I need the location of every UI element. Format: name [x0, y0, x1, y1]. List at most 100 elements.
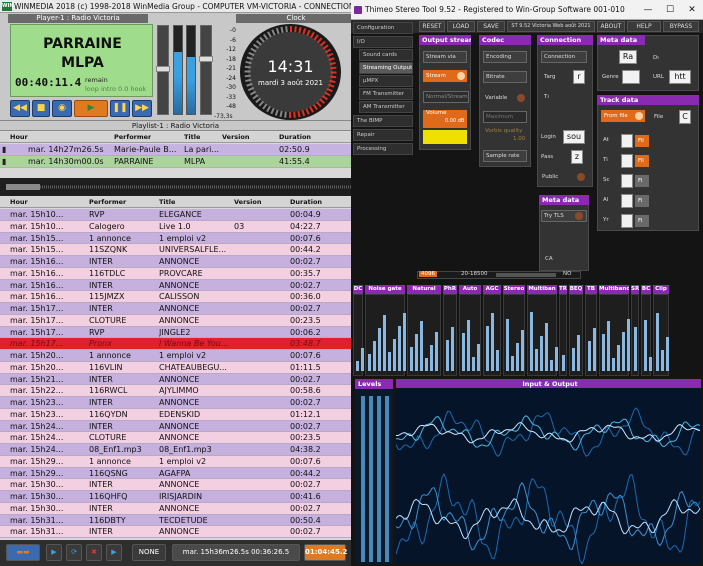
gain-fader[interactable] [199, 25, 213, 115]
col-title[interactable]: Title [184, 132, 200, 143]
history-row[interactable]: mar. 15h20... 116VLIN CHATEAUBEGU... 01:11.… [0, 361, 351, 374]
help-button[interactable]: HELP [627, 21, 661, 32]
track-field-source[interactable]: Fi [635, 175, 649, 187]
login-field[interactable]: sou [563, 130, 585, 144]
fader-knob[interactable] [156, 66, 170, 72]
history-row[interactable]: mar. 15h30... 116QHFQ IRISJARDIN 00:41.6 [0, 491, 351, 503]
history-row[interactable]: mar. 15h31... 116DBTY TECDETUDE 00:50.4 [0, 514, 351, 527]
module-header[interactable]: Noise gate [365, 285, 405, 294]
step-button[interactable]: ▶ [46, 544, 62, 561]
history-row[interactable]: mar. 15h20... 1 annonce 1 emploi v2 00:07.6 [0, 350, 351, 362]
module-header[interactable]: AGC [483, 285, 501, 294]
playlist-row[interactable]: ▮ mar. 14h27m26.5s Marie-Paule B... La pari… [0, 144, 351, 156]
genre-field[interactable] [622, 70, 640, 84]
module-header[interactable]: PhR [443, 285, 457, 294]
module-header[interactable]: Clip [653, 285, 669, 294]
history-row[interactable]: mar. 15h17... CLOTURE ANNONCE 00:23.5 [0, 314, 351, 327]
history-row[interactable]: mar. 15h16... INTER ANNONCE 00:02.7 [0, 279, 351, 292]
bypass-button[interactable]: BYPASS [663, 21, 699, 32]
module-header[interactable]: SR [631, 285, 639, 294]
module-header[interactable]: TR [559, 285, 567, 294]
stop-button[interactable]: ■ [32, 100, 50, 117]
history-row[interactable]: mar. 15h29... 1 annonce 1 emploi v2 00:07.6 [0, 455, 351, 468]
history-row[interactable]: mar. 15h29... 116QSNG AGAFPA 00:44.2 [0, 467, 351, 480]
play-button[interactable]: ▶ [74, 100, 108, 117]
sidebar-streaming-output[interactable]: Streaming Output [359, 62, 413, 74]
module-header[interactable]: Natural [407, 285, 441, 294]
stream-via-dropdown[interactable]: Stream via [423, 51, 467, 63]
col-version[interactable]: Version [234, 197, 284, 208]
module-header[interactable]: Auto [459, 285, 481, 294]
history-row[interactable]: mar. 15h24... 08_Enf1.mp3 08_Enf1.mp3 04:38… [0, 444, 351, 456]
module-header[interactable]: Multiban [527, 285, 557, 294]
close-button[interactable]: ✕ [681, 0, 703, 20]
history-row[interactable]: mar. 15h30... INTER ANNONCE 00:02.7 [0, 502, 351, 515]
sidebar-bimp[interactable]: The BIMP [353, 115, 413, 127]
history-row[interactable]: mar. 15h15... 1 annonce 1 emploi v2 00:07.6 [0, 232, 351, 245]
range-slider[interactable] [496, 273, 556, 277]
minimize-button[interactable]: — [637, 0, 659, 20]
pass-field[interactable]: z [571, 150, 583, 164]
module-header[interactable]: BC [641, 285, 651, 294]
load-button[interactable]: LOAD [447, 21, 475, 32]
save-button[interactable]: SAVE [477, 21, 505, 32]
url-field[interactable]: htt [669, 70, 691, 84]
preset-name[interactable]: ST 9.52 Victoria Web août 2021 [507, 21, 595, 32]
col-hour[interactable]: Hour [10, 197, 82, 208]
col-version[interactable]: Version [222, 132, 249, 143]
frequency-range[interactable]: 20-18500 [461, 271, 487, 277]
sidebar-configuration[interactable]: Configuration [353, 22, 413, 34]
sample-rate-dropdown[interactable]: Sample rate [483, 150, 527, 162]
module-header[interactable]: Multiband [599, 285, 629, 294]
delete-button[interactable]: ✖ [86, 544, 102, 561]
history-row[interactable]: mar. 15h23... INTER ANNONCE 00:02.7 [0, 397, 351, 409]
col-title[interactable]: Title [159, 197, 231, 208]
history-row[interactable]: mar. 15h10... RVP ELEGANCE 00:04.9 [0, 209, 351, 221]
track-field-input[interactable] [621, 174, 633, 188]
history-row[interactable]: mar. 15h24... CLOTURE ANNONCE 00:23.5 [0, 432, 351, 444]
rewind-button[interactable]: ◀◀ [10, 100, 30, 117]
track-field-input[interactable] [621, 154, 633, 168]
sidebar-umpx[interactable]: µMPX [359, 75, 413, 87]
vorbis-quality-value[interactable]: 1.00 [513, 136, 525, 142]
history-row[interactable]: mar. 15h15... 11SZQNK UNIVERSALFLE... 00:44… [0, 244, 351, 256]
module-header[interactable]: DC [353, 285, 363, 294]
col-performer[interactable]: Performer [114, 132, 151, 143]
loop-button[interactable]: ⟳ [66, 544, 82, 561]
maximize-button[interactable]: ☐ [659, 0, 681, 20]
history-row[interactable]: mar. 15h16... 115JMZX CALISSON 00:36.0 [0, 291, 351, 303]
col-duration[interactable]: Duration [279, 132, 311, 143]
col-duration[interactable]: Duration [290, 197, 344, 208]
sidebar-processing[interactable]: Processing [353, 143, 413, 155]
reset-button[interactable]: RESET [419, 21, 445, 32]
fft-size[interactable]: 4096 [419, 271, 437, 277]
history-row[interactable]: mar. 15h10... Calogero Live 1.0 03 04:22.7 [0, 220, 351, 233]
track-field-input[interactable] [621, 194, 633, 208]
volume-control[interactable]: Volume 0.00 dB [423, 110, 467, 128]
history-row[interactable]: mar. 15h31... INTER ANNONCE 00:02.7 [0, 526, 351, 538]
history-row[interactable]: mar. 15h24... INTER ANNONCE 00:02.7 [0, 420, 351, 433]
history-row[interactable]: mar. 15h16... 116TDLC PROVCARE 00:35.7 [0, 267, 351, 280]
none-button[interactable]: NONE [132, 544, 166, 561]
normal-stream-option[interactable]: Normal/Stream [423, 91, 469, 103]
about-button[interactable]: ABOUT [597, 21, 625, 32]
track-field-input[interactable] [621, 214, 633, 228]
variable-toggle[interactable] [517, 94, 525, 102]
track-field-input[interactable] [621, 134, 633, 148]
sidebar-fm-transmitter[interactable]: FM Transmitter [359, 88, 413, 100]
playlist-row[interactable]: ▮ mar. 14h30m00.0s PARRAINE MLPA 41:55.4 [0, 156, 351, 168]
col-performer[interactable]: Performer [89, 197, 157, 208]
public-toggle[interactable] [577, 173, 585, 181]
history-row[interactable]: mar. 15h21... INTER ANNONCE 00:02.7 [0, 373, 351, 386]
sidebar-am-transmitter[interactable]: AM Transmitter [359, 101, 413, 113]
history-row[interactable]: mar. 15h17... Pronx I Wanna Be You... 03:48… [0, 338, 351, 350]
col-hour[interactable]: Hour [10, 132, 82, 143]
track-field-source[interactable]: Fi [635, 195, 649, 207]
forward-button[interactable]: ▶▶ [132, 100, 152, 117]
bitrate-dropdown[interactable]: Bitrate [483, 71, 527, 83]
sidebar-io[interactable]: I/O [353, 36, 413, 48]
module-header[interactable]: BEQ [569, 285, 583, 294]
volume-fader[interactable] [156, 25, 170, 115]
pause-button[interactable]: ❚❚ [110, 100, 130, 117]
track-field-source[interactable]: Fil [635, 135, 649, 147]
